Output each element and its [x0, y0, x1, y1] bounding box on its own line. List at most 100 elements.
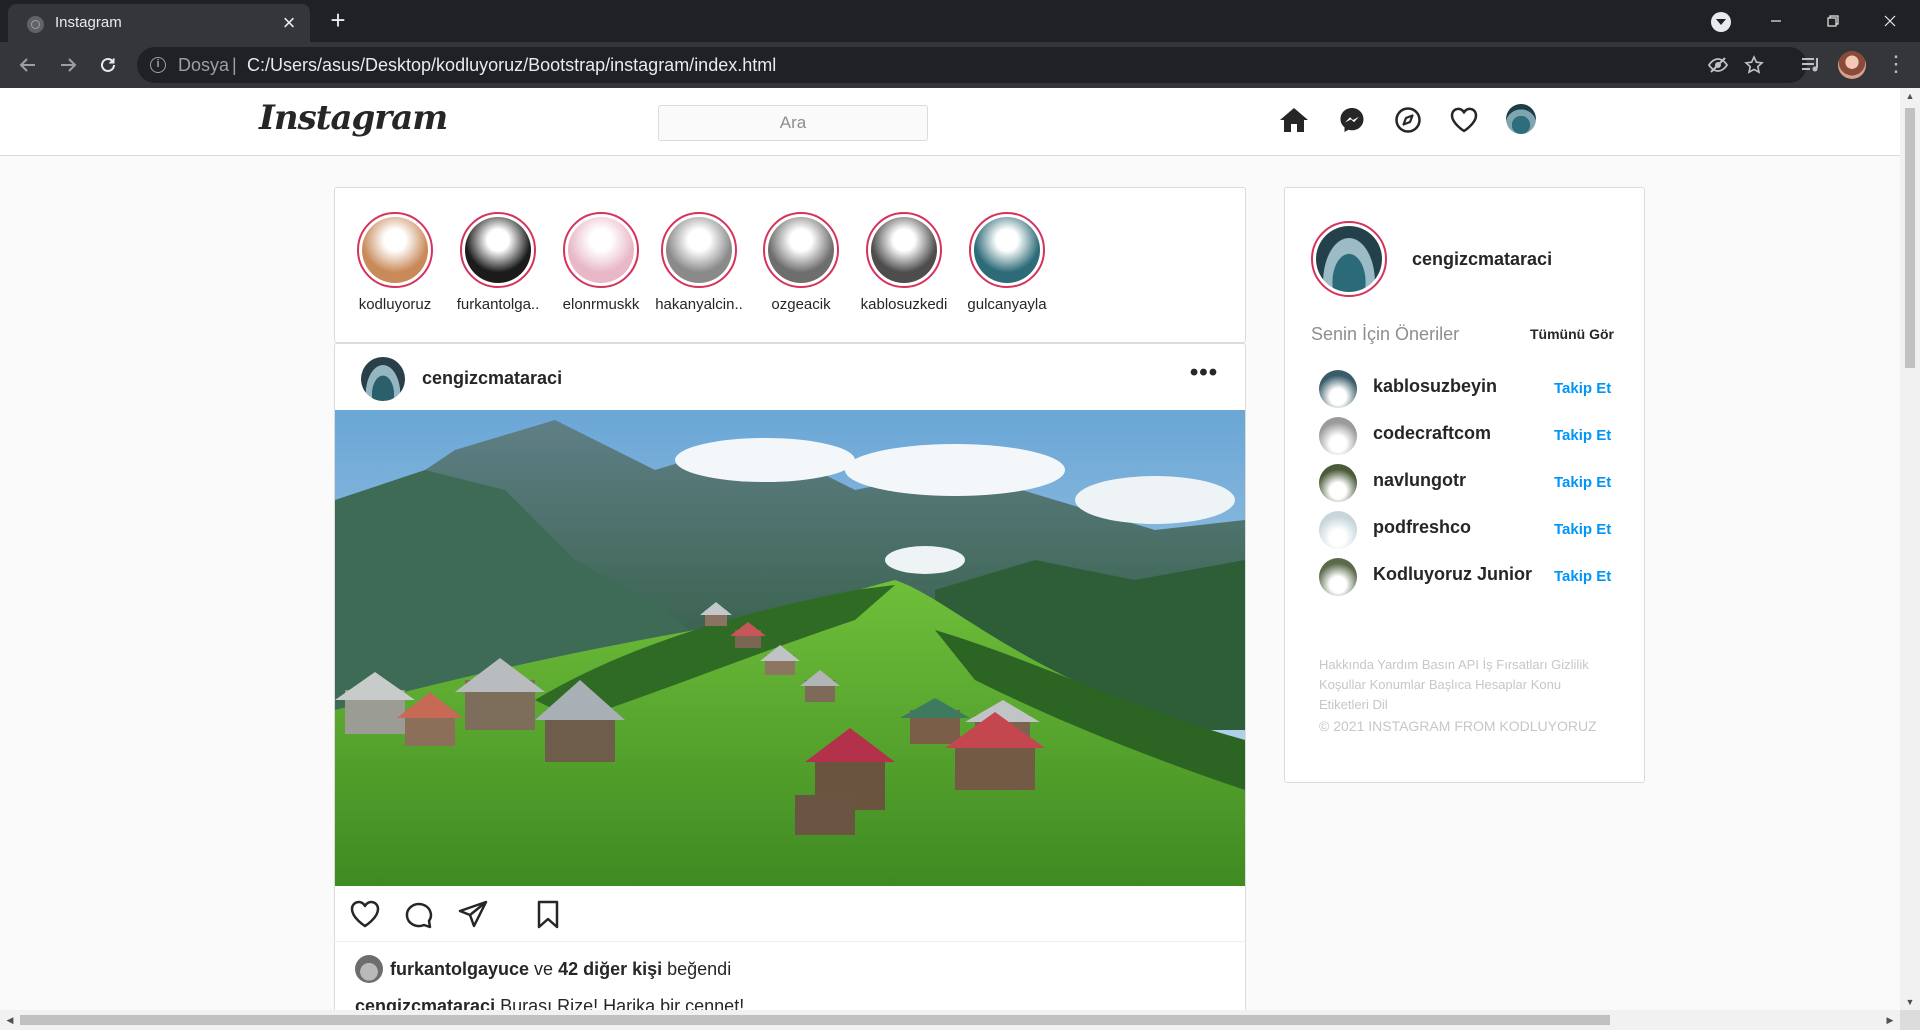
heart-icon[interactable] [1448, 104, 1480, 136]
tab-search-icon[interactable] [1711, 12, 1731, 32]
sidebar-card: cengizcmataraci Senin İçin Öneriler Tümü… [1284, 187, 1645, 783]
copyright: © 2021 INSTAGRAM FROM KODLUYORUZ [1319, 718, 1597, 734]
story-username: gulcanyayla [967, 296, 1047, 313]
scheme-label: Dosya [178, 55, 230, 75]
suggestion-avatar[interactable] [1319, 558, 1357, 596]
more-options-icon[interactable]: ••• [1189, 361, 1219, 388]
liker-name[interactable]: furkantolgayuce [390, 959, 529, 979]
follow-button[interactable]: Takip Et [1554, 474, 1611, 491]
story-avatar[interactable] [357, 212, 433, 288]
follow-button[interactable]: Takip Et [1554, 568, 1611, 585]
story-avatar[interactable] [866, 212, 942, 288]
suggestion-row: kablosuzbeyin Takip Et [1319, 368, 1629, 410]
follow-button[interactable]: Takip Et [1554, 380, 1611, 397]
story-avatar[interactable] [460, 212, 536, 288]
reload-button[interactable] [94, 51, 122, 79]
story-item[interactable]: furkantolga.. [450, 212, 546, 313]
likes-suffix: beğendi [667, 958, 732, 979]
scroll-up-arrow[interactable]: ▲ [1900, 88, 1920, 104]
follow-button[interactable]: Takip Et [1554, 521, 1611, 538]
post-header: cengizcmataraci ••• [335, 344, 1245, 410]
story-item[interactable]: kablosuzkedi [856, 212, 952, 313]
scheme-separator: | [232, 55, 237, 75]
vertical-scrollbar[interactable]: ▲ ▼ [1900, 88, 1920, 1010]
suggestion-row: Kodluyoruz Junior Takip Et [1319, 556, 1629, 598]
bookmark-star-icon[interactable] [1743, 54, 1765, 76]
follow-button[interactable]: Takip Et [1554, 427, 1611, 444]
home-icon[interactable] [1278, 104, 1310, 136]
page-viewport: Instagram kodluyoruz furkantolga.. elonrmu… [0, 88, 1900, 1010]
close-window-button[interactable] [1867, 0, 1913, 42]
post-author-avatar[interactable] [361, 357, 405, 401]
browser-tab[interactable]: Instagram × [8, 4, 310, 42]
share-send-icon[interactable] [455, 896, 491, 932]
scroll-left-arrow[interactable]: ◀ [0, 1010, 20, 1030]
story-avatar[interactable] [661, 212, 737, 288]
story-username: hakanyalcin.. [655, 296, 743, 313]
address-bar[interactable]: i Dosya | C:/Users/asus/Desktop/kodluyor… [137, 47, 1807, 83]
likes-connector: ve [534, 958, 554, 979]
like-heart-icon[interactable] [347, 896, 383, 932]
liker-avatar[interactable] [355, 955, 383, 983]
close-tab-icon[interactable]: × [278, 12, 300, 34]
suggestion-avatar[interactable] [1319, 370, 1357, 408]
forward-button[interactable] [54, 51, 82, 79]
horizontal-scroll-thumb[interactable] [20, 1015, 1610, 1025]
caption-author[interactable]: cengizcmataraci [355, 996, 495, 1010]
suggestion-username[interactable]: codecraftcom [1373, 423, 1491, 444]
story-username: ozgeacik [771, 296, 831, 313]
save-bookmark-icon[interactable] [530, 896, 566, 932]
search-input[interactable] [658, 105, 928, 141]
suggestion-username[interactable]: podfreshco [1373, 517, 1471, 538]
new-tab-button[interactable]: + [326, 7, 350, 33]
story-avatar[interactable] [969, 212, 1045, 288]
story-avatar[interactable] [563, 212, 639, 288]
post-photo[interactable] [335, 410, 1245, 886]
see-all-link[interactable]: Tümünü Gör [1530, 326, 1614, 342]
my-username[interactable]: cengizcmataraci [1412, 249, 1552, 270]
info-icon[interactable]: i [150, 57, 166, 73]
suggestions-title: Senin İçin Öneriler [1311, 324, 1460, 344]
scroll-right-arrow[interactable]: ▶ [1880, 1010, 1900, 1030]
horizontal-scrollbar[interactable]: ◀ ▶ [0, 1010, 1900, 1030]
scrollbar-corner [1900, 1010, 1920, 1030]
tab-title: Instagram [55, 14, 122, 31]
restore-button[interactable] [1810, 0, 1856, 42]
messenger-icon[interactable] [1336, 104, 1368, 136]
suggestion-username[interactable]: navlungotr [1373, 470, 1466, 491]
vertical-scroll-thumb[interactable] [1905, 108, 1915, 368]
instagram-logo[interactable]: Instagram [259, 98, 448, 138]
story-item[interactable]: gulcanyayla [959, 212, 1055, 313]
browser-profile-avatar[interactable] [1838, 51, 1866, 79]
suggestion-avatar[interactable] [1319, 511, 1357, 549]
globe-icon [27, 16, 44, 33]
footer-links[interactable]: Hakkında Yardım Basın API İş Fırsatları … [1319, 655, 1609, 715]
minimize-button[interactable] [1753, 0, 1799, 42]
post-author-name[interactable]: cengizcmataraci [422, 368, 562, 389]
eye-slash-icon[interactable] [1707, 54, 1729, 76]
story-item[interactable]: hakanyalcin.. [651, 212, 747, 313]
my-avatar[interactable] [1311, 221, 1387, 297]
media-queue-icon[interactable] [1800, 54, 1822, 76]
story-username: furkantolga.. [456, 296, 540, 313]
back-button[interactable] [14, 51, 42, 79]
likes-others[interactable]: 42 diğer kişi [558, 959, 662, 979]
story-avatar[interactable] [763, 212, 839, 288]
likes-summary: furkantolgayuce ve 42 diğer kişi beğendi [355, 954, 736, 984]
suggestion-username[interactable]: kablosuzbeyin [1373, 376, 1497, 397]
suggestion-row: codecraftcom Takip Et [1319, 415, 1629, 457]
story-item[interactable]: elonrmuskk [553, 212, 649, 313]
comment-icon[interactable] [400, 896, 436, 932]
url-text[interactable]: C:/Users/asus/Desktop/kodluyoruz/Bootstr… [247, 55, 776, 76]
suggestion-avatar[interactable] [1319, 464, 1357, 502]
profile-avatar[interactable] [1506, 104, 1536, 134]
stories-bar: kodluyoruz furkantolga.. elonrmuskk hakanya… [334, 187, 1246, 343]
suggestion-avatar[interactable] [1319, 417, 1357, 455]
story-item[interactable]: kodluyoruz [347, 212, 443, 313]
story-item[interactable]: ozgeacik [753, 212, 849, 313]
explore-compass-icon[interactable] [1392, 104, 1424, 136]
browser-menu-icon[interactable]: ⋮ [1885, 51, 1907, 79]
suggestion-username[interactable]: Kodluyoruz Junior [1373, 564, 1532, 585]
scroll-down-arrow[interactable]: ▼ [1900, 994, 1920, 1010]
post-actions [335, 886, 1245, 942]
